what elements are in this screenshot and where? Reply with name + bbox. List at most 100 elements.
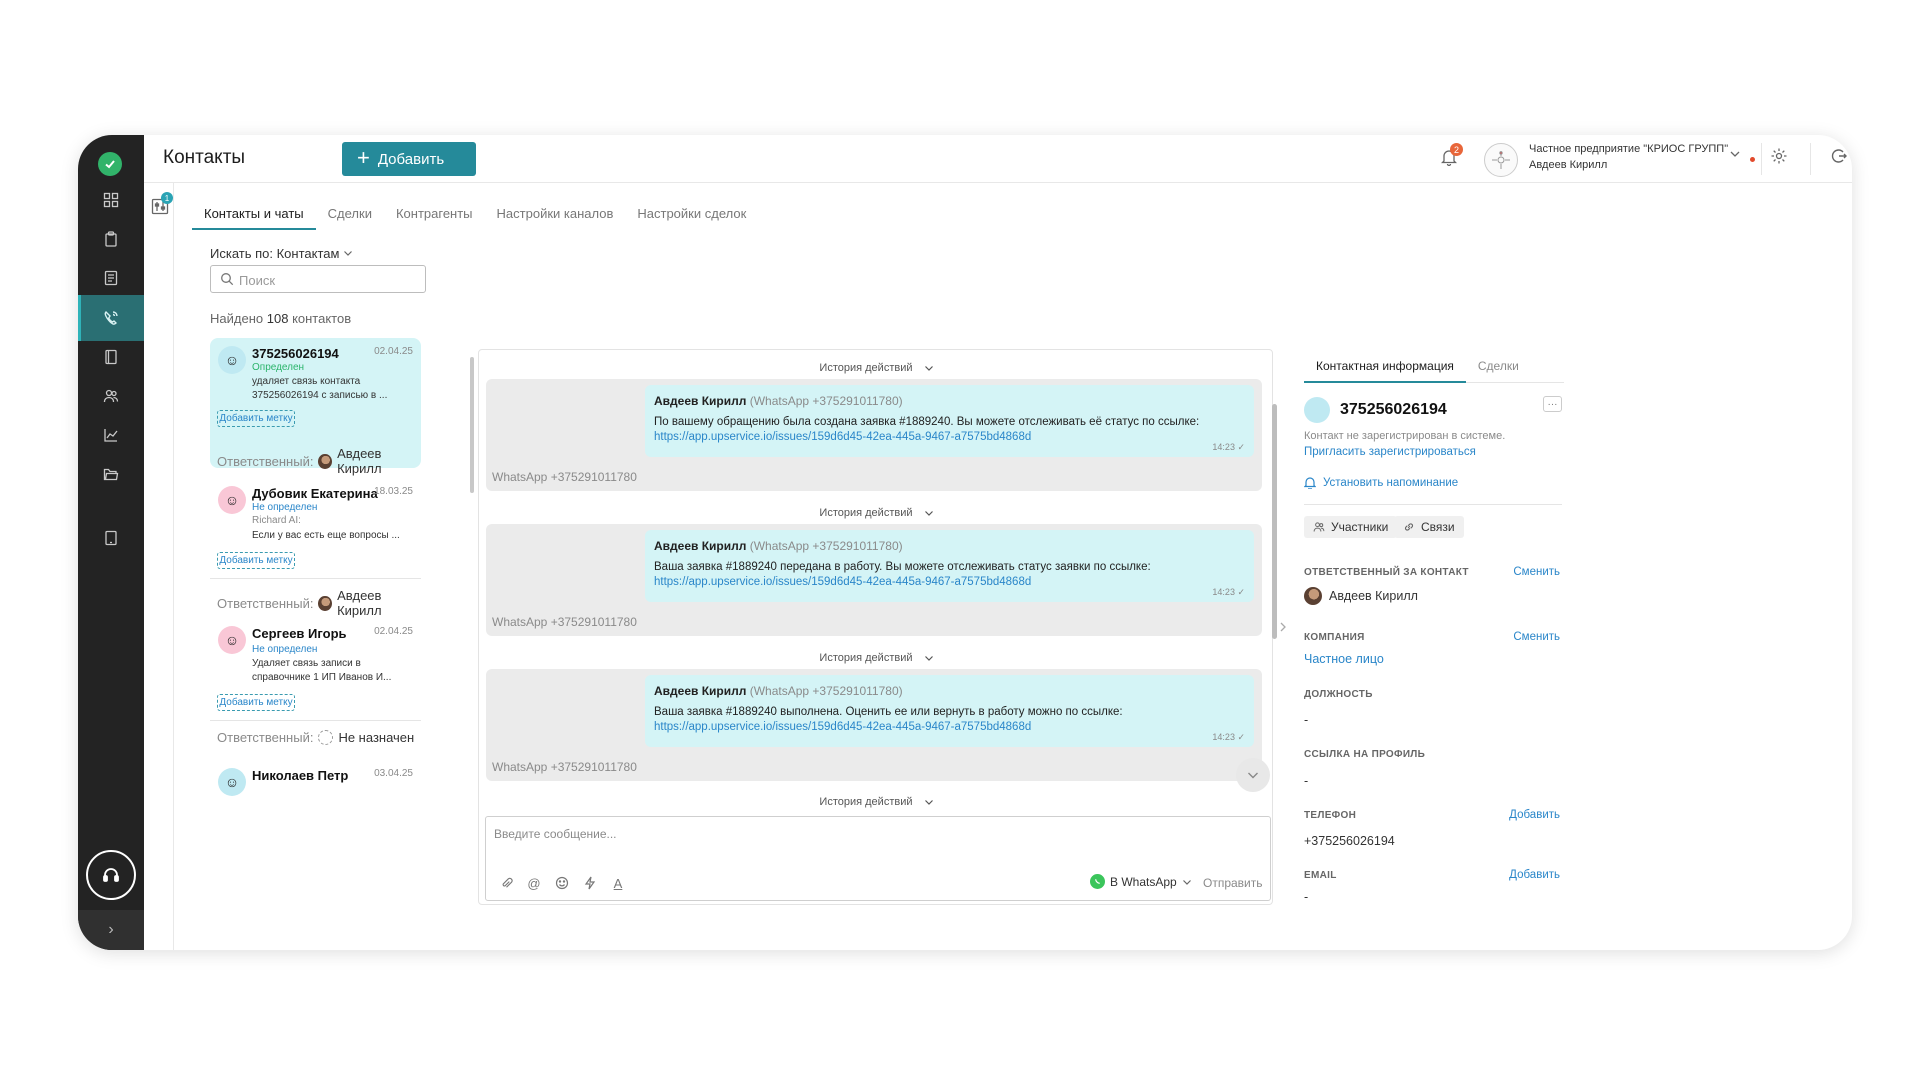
tab-counterparties[interactable]: Контрагенты: [384, 192, 485, 230]
message-link[interactable]: https://app.upservice.io/issues/159d6d45…: [654, 431, 1031, 443]
sender-name: Авдеев Кирилл: [654, 539, 747, 553]
history-toggle[interactable]: История действий: [479, 362, 1274, 374]
mention-at-icon[interactable]: @: [526, 875, 542, 891]
history-label: История действий: [819, 652, 913, 664]
tab-info-deals[interactable]: Сделки: [1466, 349, 1531, 383]
contact-last-message-cont: справочнике 1 ИП Иванов И...: [252, 672, 392, 683]
sender-channel: (WhatsApp +375291011780): [749, 394, 903, 408]
message-link[interactable]: https://app.upservice.io/issues/159d6d45…: [654, 576, 1031, 588]
contact-date: 02.04.25: [374, 346, 413, 357]
invite-register-link[interactable]: Пригласить зарегистрироваться: [1304, 446, 1476, 458]
company-avatar[interactable]: [1484, 143, 1518, 177]
quick-reply-lightning-icon[interactable]: [582, 875, 598, 891]
divider: [1810, 143, 1811, 175]
responsible-label: Ответственный:: [217, 595, 314, 611]
links-button[interactable]: Связи: [1394, 516, 1464, 538]
divider: [1304, 504, 1562, 505]
emoji-smile-icon[interactable]: [554, 875, 570, 891]
add-contact-button[interactable]: + Добавить: [342, 142, 476, 176]
add-tag-button[interactable]: Добавить метку: [217, 410, 295, 427]
message-channel-footer: WhatsApp +375291011780: [492, 615, 637, 629]
expand-sidebar-chevron-icon[interactable]: ›: [78, 910, 144, 950]
chevron-down-icon[interactable]: [1729, 147, 1741, 165]
company-value[interactable]: Частное лицо: [1304, 652, 1384, 666]
tab-deal-settings[interactable]: Настройки сделок: [625, 192, 758, 230]
contact-avatar: ☺: [218, 346, 246, 374]
logout-icon[interactable]: [1830, 147, 1848, 170]
contact-card[interactable]: ☺ Сергеев Игорь 02.04.25 Не определен Уд…: [210, 618, 421, 748]
channel-select[interactable]: В WhatsApp: [1090, 874, 1192, 889]
contact-responsible: Ответственный: Авдеев Кирилл: [217, 446, 421, 476]
tab-channel-settings[interactable]: Настройки каналов: [485, 192, 626, 230]
company-name[interactable]: Частное предприятие "КРИОС ГРУПП": [1529, 143, 1728, 155]
add-tag-button[interactable]: Добавить метку: [217, 552, 295, 569]
bell-icon: [1304, 477, 1316, 489]
chevron-down-icon: [924, 656, 933, 661]
history-label: История действий: [819, 796, 913, 808]
attach-paperclip-icon[interactable]: [498, 875, 514, 891]
message-bubble[interactable]: Авдеев Кирилл (WhatsApp +375291011780) В…: [645, 675, 1254, 747]
contact-list-scrollbar[interactable]: [470, 357, 474, 493]
search-input[interactable]: [239, 270, 419, 290]
more-options-icon[interactable]: ···: [1543, 396, 1562, 412]
responsible-name[interactable]: Не назначен: [338, 730, 414, 745]
contact-name: Сергеев Игорь: [252, 626, 347, 641]
tab-contacts-chats[interactable]: Контакты и чаты: [192, 192, 316, 230]
tab-deals[interactable]: Сделки: [316, 192, 384, 230]
responsible-name[interactable]: Авдеев Кирилл: [337, 446, 421, 476]
sender-name: Авдеев Кирилл: [654, 684, 747, 698]
add-phone-link[interactable]: Добавить: [1509, 809, 1560, 821]
chevron-down-icon: [344, 251, 352, 256]
history-toggle[interactable]: История действий: [479, 796, 1274, 808]
search-by-select[interactable]: Искать по: Контактам: [210, 246, 353, 261]
contact-card[interactable]: ☺ Дубовик Екатерина 18.03.25 Не определе…: [210, 478, 421, 618]
set-reminder-link[interactable]: Установить напоминание: [1304, 476, 1458, 489]
contact-avatar: ☺: [218, 486, 246, 514]
logo-check-icon[interactable]: [98, 152, 122, 176]
message-bubble[interactable]: Авдеев Кирилл (WhatsApp +375291011780) В…: [645, 530, 1254, 602]
send-button[interactable]: Отправить: [1203, 876, 1263, 890]
contact-last-message: удаляет связь контакта: [252, 376, 361, 387]
link-icon: [1404, 523, 1414, 531]
sidebar-folder-icon[interactable]: [78, 452, 144, 498]
current-user-name[interactable]: Авдеев Кирилл: [1529, 159, 1607, 171]
not-registered-note: Контакт не зарегистрирован в системе.: [1304, 430, 1506, 442]
filter-column: 1: [144, 183, 174, 950]
message-link[interactable]: https://app.upservice.io/issues/159d6d45…: [654, 721, 1031, 733]
support-headset-icon[interactable]: [86, 850, 136, 900]
sidebar-tablet-icon[interactable]: [78, 515, 144, 561]
history-toggle[interactable]: История действий: [479, 507, 1274, 519]
contact-last-message-cont: 375256026194 с записью в ...: [252, 390, 388, 401]
status-dot: [1750, 157, 1755, 162]
contact-status: Не определен: [252, 502, 318, 513]
gear-icon[interactable]: [1770, 147, 1788, 170]
history-toggle[interactable]: История действий: [479, 652, 1274, 664]
contact-card[interactable]: ☺ 375256026194 02.04.25 Определен удаляе…: [210, 338, 421, 476]
add-email-link[interactable]: Добавить: [1509, 869, 1560, 881]
sender-name: Авдеев Кирилл: [654, 394, 747, 408]
search-field[interactable]: [210, 265, 426, 293]
phone-value: +375256026194: [1304, 834, 1395, 848]
change-responsible-link[interactable]: Сменить: [1513, 566, 1560, 578]
text-format-icon[interactable]: A: [610, 875, 626, 891]
message-bubble[interactable]: Авдеев Кирилл (WhatsApp +375291011780) П…: [645, 385, 1254, 457]
links-label: Связи: [1421, 520, 1455, 534]
chat-scrollbar[interactable]: [1272, 404, 1277, 639]
responsible-name[interactable]: Авдеев Кирилл: [1329, 589, 1418, 603]
scroll-down-chevron-icon[interactable]: [1236, 758, 1270, 792]
contact-status: Не определен: [252, 644, 318, 655]
chevron-down-icon: [924, 511, 933, 516]
collapse-panel-chevron-icon[interactable]: [1273, 615, 1293, 639]
message-input[interactable]: [494, 827, 1194, 849]
responsible-name[interactable]: Авдеев Кирилл: [337, 588, 421, 618]
contact-card[interactable]: ☺ Николаев Петр 03.04.25: [210, 760, 421, 820]
change-company-link[interactable]: Сменить: [1513, 631, 1560, 643]
divider: [1761, 143, 1762, 175]
whatsapp-icon: [1090, 874, 1105, 889]
profile-link-value: -: [1304, 774, 1309, 788]
add-tag-button[interactable]: Добавить метку: [217, 694, 295, 711]
profile-link-section-label: ССЫЛКА НА ПРОФИЛЬ: [1304, 749, 1426, 760]
message-block: Авдеев Кирилл (WhatsApp +375291011780) В…: [486, 669, 1262, 781]
tab-contact-info[interactable]: Контактная информация: [1304, 349, 1466, 383]
participants-button[interactable]: Участники: [1304, 516, 1398, 538]
